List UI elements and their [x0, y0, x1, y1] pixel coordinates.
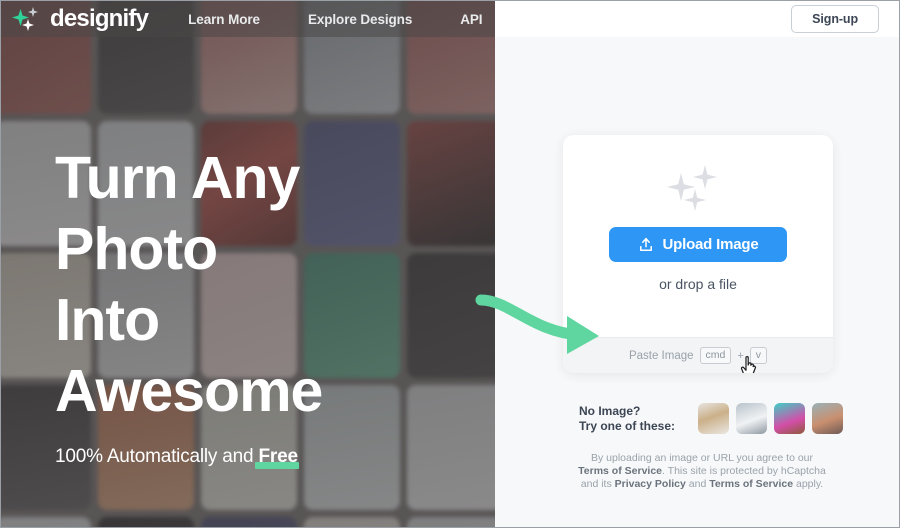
- sample-images-section: No Image? Try one of these:: [579, 403, 844, 434]
- upload-card-body: Upload Image or drop a file: [563, 135, 833, 337]
- sample-prompt-line2: Try one of these:: [579, 418, 676, 433]
- terms-text-3: and: [685, 478, 710, 490]
- terms-text-1: By uploading an image or URL you agree t…: [591, 452, 813, 464]
- brand-name: designify: [50, 5, 149, 32]
- paste-image-label: Paste Image: [628, 349, 694, 362]
- brand-logo[interactable]: designify: [11, 5, 149, 33]
- upload-arrow-icon: [639, 237, 652, 251]
- terms-link-service-1[interactable]: Terms of Service: [578, 465, 662, 477]
- sparkles-icon: [662, 165, 734, 217]
- terms-text-4: apply.: [793, 478, 824, 490]
- drop-file-hint: or drop a file: [659, 276, 737, 292]
- nav-link-explore-designs[interactable]: Explore Designs: [308, 8, 412, 31]
- sample-thumbnail-woman-portrait[interactable]: [812, 403, 844, 434]
- signup-button[interactable]: Sign-up: [791, 5, 879, 33]
- hero-subtitle-prefix: 100% Automatically and: [55, 446, 259, 467]
- pointer-cursor-icon: [740, 356, 757, 373]
- hero-headline-line: Turn Any: [55, 145, 300, 211]
- hero-underline-accent: [255, 462, 299, 469]
- paste-image-bar: Paste Image cmd + v: [563, 337, 833, 373]
- upload-image-button[interactable]: Upload Image: [609, 227, 787, 262]
- terms-link-privacy[interactable]: Privacy Policy: [615, 478, 686, 490]
- sample-thumbnail-wooden-cylinder-product[interactable]: [698, 403, 730, 434]
- sparkle-icon: [11, 6, 41, 32]
- app-window: Turn Any Photo Into Awesome 100% Automat…: [0, 0, 900, 528]
- upload-image-button-label: Upload Image: [662, 236, 759, 253]
- terms-disclaimer: By uploading an image or URL you agree t…: [577, 452, 827, 491]
- key-cmd: cmd: [699, 347, 732, 364]
- upload-panel: Upload Image or drop a file Paste Image …: [475, 37, 899, 527]
- nav-link-learn-more[interactable]: Learn More: [188, 8, 260, 31]
- hero-headline-line: Into: [55, 287, 160, 353]
- nav-links: Learn More Explore Designs API: [188, 8, 482, 31]
- sample-thumbnail-man-portrait[interactable]: [774, 403, 806, 434]
- sample-thumbnail-white-car[interactable]: [736, 403, 768, 434]
- upload-card[interactable]: Upload Image or drop a file Paste Image …: [563, 135, 833, 373]
- nav-right-group: Sign-up: [495, 1, 899, 37]
- nav-left-group: designify Learn More Explore Designs API: [1, 1, 495, 37]
- top-navigation-bar: designify Learn More Explore Designs API…: [1, 1, 899, 37]
- hero-headline: Turn Any Photo Into Awesome: [55, 143, 475, 427]
- sample-prompt-line1: No Image?: [579, 403, 641, 418]
- sample-thumbnail-list: [698, 403, 844, 434]
- sample-images-prompt: No Image? Try one of these:: [579, 404, 675, 434]
- nav-link-api[interactable]: API: [460, 8, 482, 31]
- hero-headline-line: Photo: [55, 216, 218, 282]
- terms-link-service-2[interactable]: Terms of Service: [709, 478, 793, 490]
- hero-headline-line: Awesome: [55, 358, 323, 424]
- hero-section: Turn Any Photo Into Awesome 100% Automat…: [1, 1, 495, 527]
